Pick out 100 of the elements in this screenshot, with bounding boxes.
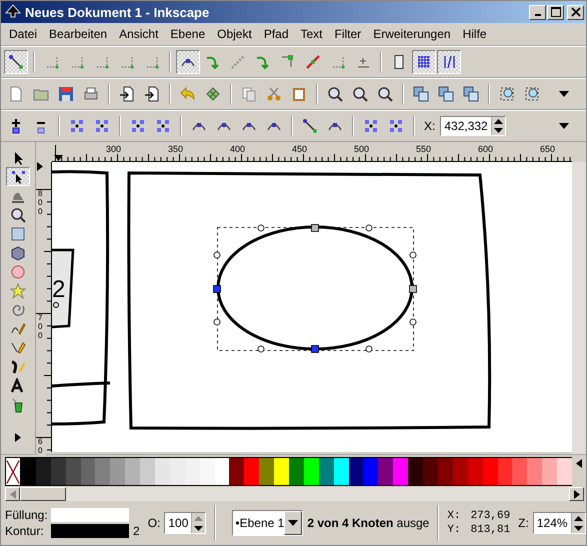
path-node[interactable] (311, 345, 319, 353)
text-tool-icon (10, 378, 26, 394)
color-swatch[interactable] (274, 457, 290, 486)
down-arrow-icon[interactable] (494, 128, 503, 133)
color-swatch[interactable] (363, 457, 378, 486)
control-handle[interactable] (214, 318, 220, 326)
ruler-label: 400 (230, 144, 246, 154)
menu-item[interactable]: Ebene (164, 25, 212, 43)
node-line-icon (8, 54, 24, 70)
color-swatch[interactable] (378, 457, 394, 486)
close-button[interactable] (567, 4, 584, 20)
toggle-button[interactable] (437, 50, 461, 74)
color-swatch[interactable] (423, 457, 438, 486)
vertical-scrollbar[interactable] (572, 162, 586, 454)
menu-item[interactable]: Datei (3, 25, 44, 43)
color-swatch[interactable] (229, 457, 244, 486)
color-swatch[interactable] (557, 457, 572, 486)
color-swatch[interactable] (527, 457, 542, 486)
color-swatch[interactable] (468, 457, 483, 486)
color-swatch[interactable] (110, 457, 126, 486)
expand-arrow-icon[interactable] (15, 433, 21, 442)
color-swatch[interactable] (214, 457, 230, 486)
color-swatch[interactable] (21, 457, 36, 486)
no-paint-swatch[interactable] (5, 457, 21, 486)
color-swatch[interactable] (304, 457, 319, 486)
control-handle[interactable] (410, 318, 416, 326)
toggle-button[interactable] (176, 50, 200, 74)
color-swatch[interactable] (80, 457, 96, 486)
node-line-icon (302, 118, 318, 134)
color-swatch[interactable] (348, 457, 364, 486)
color-swatch[interactable] (244, 457, 260, 486)
fill-swatch[interactable] (51, 508, 129, 522)
control-handle[interactable] (410, 252, 416, 258)
import-icon (119, 86, 135, 102)
toggle-button[interactable] (412, 50, 436, 74)
color-swatch[interactable] (512, 457, 528, 486)
stroke-label: Kontur: (5, 524, 45, 538)
maximize-button[interactable] (547, 4, 564, 20)
down-arrow-icon[interactable] (574, 526, 583, 530)
ruler-label: 300 (106, 144, 122, 154)
color-swatch[interactable] (50, 457, 66, 486)
path-node[interactable] (409, 285, 417, 293)
menu-item[interactable]: Filter (328, 25, 368, 43)
color-swatch[interactable] (66, 457, 81, 486)
ruler-label: 350 (168, 144, 184, 154)
color-swatch[interactable] (259, 457, 274, 486)
color-swatch[interactable] (542, 457, 558, 486)
circle-icon (10, 264, 26, 280)
control-handle[interactable] (258, 346, 264, 352)
color-swatch[interactable] (393, 457, 408, 486)
control-handle[interactable] (214, 252, 220, 258)
control-handle[interactable] (258, 224, 264, 232)
color-swatch[interactable] (318, 457, 334, 486)
color-swatch[interactable] (36, 457, 51, 486)
copy-icon (241, 86, 257, 102)
color-swatch[interactable] (140, 457, 156, 486)
palette-scrollbar[interactable] (5, 487, 584, 501)
menu-item[interactable]: Objekt (211, 25, 258, 43)
opacity-label: O: (148, 516, 160, 530)
canvas[interactable]: 2 (52, 162, 572, 452)
scroll-thumb[interactable] (20, 487, 66, 501)
control-handle[interactable] (366, 224, 372, 232)
up-arrow-icon[interactable] (574, 516, 583, 520)
menu-item[interactable]: Pfad (258, 25, 294, 43)
color-swatch[interactable] (155, 457, 170, 486)
control-handle[interactable] (366, 346, 372, 352)
menu-item[interactable]: Hilfe (456, 25, 493, 43)
color-swatch[interactable] (125, 457, 140, 486)
path-node[interactable] (213, 285, 221, 293)
caret-icon[interactable] (559, 91, 569, 97)
color-swatch[interactable] (200, 457, 215, 486)
caret-icon[interactable] (559, 123, 569, 129)
layer-dropdown[interactable]: •Ebene 1 (232, 510, 304, 536)
color-swatch[interactable] (184, 457, 200, 486)
color-swatch[interactable] (482, 457, 498, 486)
right-arrow-icon[interactable] (574, 490, 580, 498)
stroke-swatch[interactable] (51, 524, 129, 538)
color-swatch[interactable] (334, 457, 349, 486)
menu-item[interactable]: Ansicht (113, 25, 164, 43)
color-swatch[interactable] (452, 457, 468, 486)
color-swatch[interactable] (408, 457, 424, 486)
menu-item[interactable]: Text (294, 25, 329, 43)
opacity-field[interactable]: 100 (164, 512, 206, 534)
minimize-button[interactable] (529, 4, 546, 20)
zoom-field[interactable]: 124% (532, 512, 586, 534)
toggle-button[interactable] (4, 50, 28, 74)
down-arrow-icon[interactable] (194, 526, 204, 530)
x-field[interactable]: 432,332 (440, 116, 506, 136)
path-node[interactable] (311, 224, 319, 232)
menu-item[interactable]: Bearbeiten (43, 25, 114, 43)
up-arrow-icon[interactable] (494, 119, 503, 124)
export-icon (144, 86, 160, 102)
tool-button[interactable] (6, 167, 30, 186)
left-arrow-icon[interactable] (576, 459, 582, 468)
menu-item[interactable]: Erweiterungen (367, 25, 457, 43)
color-swatch[interactable] (170, 457, 185, 486)
color-swatch[interactable] (438, 457, 453, 486)
color-swatch[interactable] (289, 457, 304, 486)
color-swatch[interactable] (498, 457, 512, 486)
color-swatch[interactable] (95, 457, 110, 486)
